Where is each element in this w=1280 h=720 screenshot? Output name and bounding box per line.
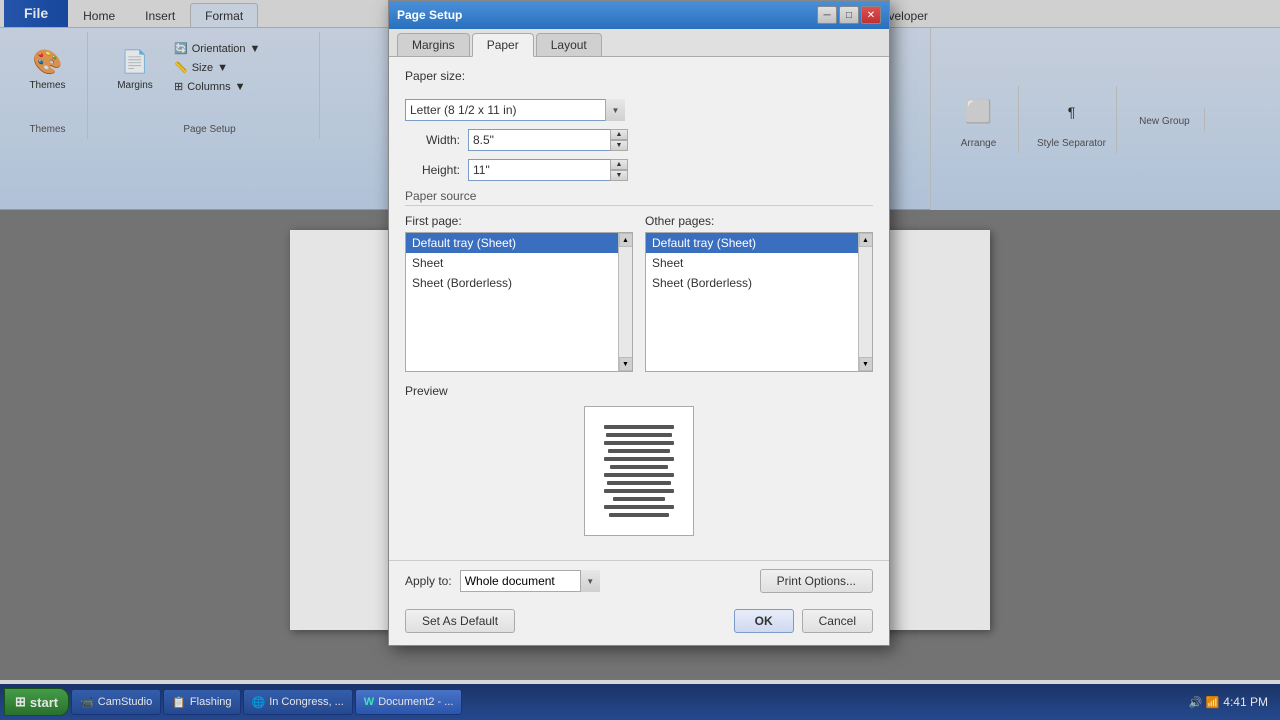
width-input-wrap: ▲ ▼ (468, 129, 628, 151)
dialog-titlebar: Page Setup ─ □ ✕ (389, 1, 889, 29)
paper-size-select-row: Letter (8 1/2 x 11 in) ▼ (405, 99, 873, 121)
preview-line-12 (609, 513, 669, 517)
first-page-col: First page: Default tray (Sheet) Sheet S… (405, 214, 633, 372)
paper-source-divider: Paper source (405, 189, 873, 206)
first-page-scrollbar[interactable]: ▲ ▼ (618, 233, 632, 371)
width-input[interactable] (468, 129, 628, 151)
apply-to-select[interactable]: Whole documentThis sectionThis point for… (460, 570, 600, 592)
cancel-button[interactable]: Cancel (802, 609, 873, 633)
other-pages-list[interactable]: Default tray (Sheet) Sheet Sheet (Border… (645, 232, 873, 372)
dialog-title: Page Setup (397, 8, 462, 22)
dialog-tab-bar: Margins Paper Layout (389, 29, 889, 57)
paper-source-section: First page: Default tray (Sheet) Sheet S… (405, 214, 873, 372)
tab-layout[interactable]: Layout (536, 33, 602, 56)
apply-to-label: Apply to: (405, 574, 452, 588)
width-spin-down[interactable]: ▼ (610, 140, 628, 151)
preview-line-10 (613, 497, 666, 501)
first-page-list[interactable]: Default tray (Sheet) Sheet Sheet (Border… (405, 232, 633, 372)
dialog-apply-row: Apply to: Whole documentThis sectionThis… (389, 560, 889, 601)
dialog-close-button[interactable]: ✕ (861, 6, 881, 24)
paper-size-label: Paper size: (405, 69, 465, 83)
preview-line-2 (606, 433, 672, 437)
preview-line-3 (604, 441, 674, 445)
first-page-scroll-down[interactable]: ▼ (619, 357, 633, 371)
preview-box (584, 406, 694, 536)
tab-margins[interactable]: Margins (397, 33, 470, 56)
height-input-wrap: ▲ ▼ (468, 159, 628, 181)
ok-button[interactable]: OK (734, 609, 794, 633)
other-pages-scroll-down[interactable]: ▼ (859, 357, 873, 371)
width-spinner[interactable]: ▲ ▼ (610, 129, 628, 151)
other-pages-col: Other pages: Default tray (Sheet) Sheet … (645, 214, 873, 372)
dialog-minimize-button[interactable]: ─ (817, 6, 837, 24)
first-page-label: First page: (405, 214, 633, 228)
dialog-footer: Set As Default OK Cancel (389, 601, 889, 645)
height-spinner[interactable]: ▲ ▼ (610, 159, 628, 181)
other-pages-label: Other pages: (645, 214, 873, 228)
set-as-default-button[interactable]: Set As Default (405, 609, 515, 633)
apply-to-select-wrap[interactable]: Whole documentThis sectionThis point for… (460, 570, 600, 592)
preview-line-4 (608, 449, 670, 453)
paper-size-row: Paper size: (405, 69, 873, 91)
height-label: Height: (405, 163, 460, 177)
width-spin-up[interactable]: ▲ (610, 129, 628, 140)
preview-line-11 (604, 505, 674, 509)
other-pages-scrollbar[interactable]: ▲ ▼ (858, 233, 872, 371)
first-page-scroll-up[interactable]: ▲ (619, 233, 633, 247)
first-page-item-0[interactable]: Default tray (Sheet) (406, 233, 632, 253)
other-pages-item-1[interactable]: Sheet (646, 253, 872, 273)
dialog-controls: ─ □ ✕ (817, 6, 881, 24)
preview-line-6 (610, 465, 667, 469)
preview-line-8 (607, 481, 670, 485)
height-spin-down[interactable]: ▼ (610, 170, 628, 181)
height-spin-up[interactable]: ▲ (610, 159, 628, 170)
first-page-item-2[interactable]: Sheet (Borderless) (406, 273, 632, 293)
preview-section: Preview (405, 384, 873, 536)
paper-size-select[interactable]: Letter (8 1/2 x 11 in) (405, 99, 625, 121)
other-pages-item-0[interactable]: Default tray (Sheet) (646, 233, 872, 253)
height-row: Height: ▲ ▼ (405, 159, 873, 181)
dialog-body: Paper size: Letter (8 1/2 x 11 in) ▼ Wid… (389, 57, 889, 560)
first-page-item-1[interactable]: Sheet (406, 253, 632, 273)
preview-line-9 (604, 489, 674, 493)
paper-size-select-wrap[interactable]: Letter (8 1/2 x 11 in) ▼ (405, 99, 625, 121)
preview-line-7 (604, 473, 674, 477)
other-pages-scroll-up[interactable]: ▲ (859, 233, 873, 247)
preview-label: Preview (405, 384, 873, 398)
dialog-action-buttons: OK Cancel (734, 609, 873, 633)
tab-paper[interactable]: Paper (472, 33, 534, 57)
preview-line-1 (604, 425, 674, 429)
preview-line-5 (604, 457, 674, 461)
dialog-maximize-button[interactable]: □ (839, 6, 859, 24)
page-setup-dialog: Page Setup ─ □ ✕ Margins Paper Layout Pa… (388, 0, 890, 646)
height-input[interactable] (468, 159, 628, 181)
other-pages-item-2[interactable]: Sheet (Borderless) (646, 273, 872, 293)
width-label: Width: (405, 133, 460, 147)
print-options-button[interactable]: Print Options... (760, 569, 873, 593)
width-row: Width: ▲ ▼ (405, 129, 873, 151)
